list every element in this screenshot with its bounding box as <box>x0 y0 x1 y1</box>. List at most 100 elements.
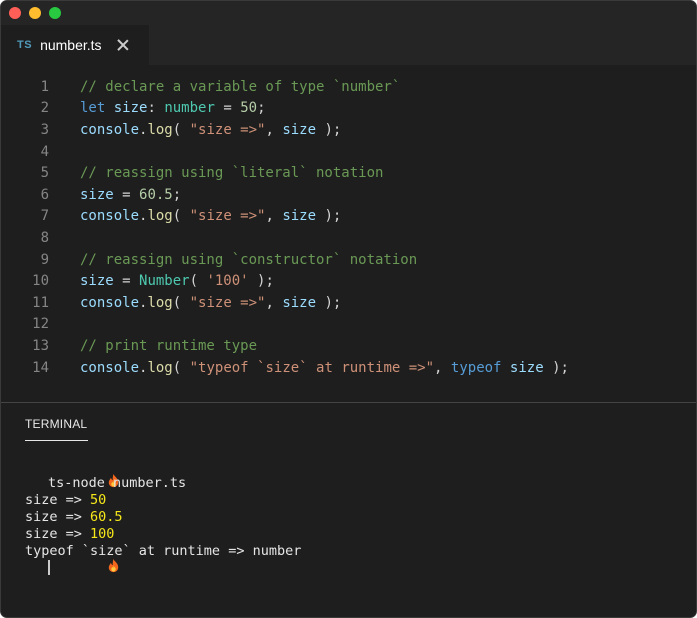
code-line: 5 // reassign using `literal` notation <box>1 162 696 184</box>
code-line: 11 console.log( "size =>", size ); <box>1 292 696 314</box>
keyword: let <box>80 100 106 117</box>
tab-title: number.ts <box>40 37 102 53</box>
minimize-window-button[interactable] <box>29 7 41 19</box>
object-name: console <box>80 208 140 225</box>
terminal-output-line: size => 50 <box>25 491 301 508</box>
punctuation: ); <box>248 273 274 290</box>
editor-window: TS number.ts 1 // declare a variable of … <box>0 0 697 618</box>
variable: size <box>509 359 544 376</box>
terminal-command-line: ts-node number.ts <box>25 473 301 491</box>
terminal-output[interactable]: ts-node number.ts size => 50 size => 60.… <box>25 473 301 576</box>
punctuation: ; <box>257 100 266 117</box>
tab-number-ts[interactable]: TS number.ts <box>1 25 149 65</box>
punctuation: ( <box>172 294 190 311</box>
line-number: 13 <box>32 337 49 354</box>
operator: = <box>113 273 140 290</box>
punctuation: ( <box>172 208 190 225</box>
output-value: 50 <box>90 491 107 508</box>
output-label: size => <box>25 508 91 525</box>
flame-icon <box>25 542 119 593</box>
code-line: 6 size = 60.5; <box>1 184 696 206</box>
code-line: 10 size = Number( '100' ); <box>1 270 696 292</box>
number-literal: 50 <box>240 100 258 117</box>
punctuation: ); <box>316 121 342 138</box>
terminal-output-line: size => 60.5 <box>25 508 301 525</box>
zoom-window-button[interactable] <box>49 7 61 19</box>
code-editor[interactable]: 1 // declare a variable of type `number`… <box>1 65 696 401</box>
object-name: console <box>80 359 140 376</box>
punctuation: ); <box>316 208 342 225</box>
string-literal: "size =>" <box>189 121 266 138</box>
terminal-prompt-line[interactable] <box>25 558 301 576</box>
close-window-button[interactable] <box>9 7 21 19</box>
punctuation: ; <box>172 186 182 203</box>
punctuation: ); <box>543 359 569 376</box>
punctuation: , <box>265 121 283 138</box>
output-label: size => <box>25 525 91 542</box>
output-value: 60.5 <box>90 508 123 525</box>
punctuation: , <box>434 359 451 376</box>
string-literal: "typeof `size` at runtime =>" <box>189 359 435 376</box>
terminal-panel[interactable]: TERMINAL ts-node number.ts size => 50 si… <box>1 403 696 617</box>
line-number: 3 <box>40 121 49 138</box>
line-number: 12 <box>32 316 49 333</box>
line-number: 10 <box>32 273 49 290</box>
punctuation: ( <box>189 273 207 290</box>
line-number: 9 <box>40 251 49 268</box>
type-name: number <box>164 100 215 117</box>
punctuation: ); <box>316 294 342 311</box>
title-bar <box>1 1 696 25</box>
terminal-output-line: size => 100 <box>25 525 301 542</box>
line-number: 8 <box>40 229 49 246</box>
variable: size <box>282 294 317 311</box>
variable: size <box>80 186 114 203</box>
code-line: 7 console.log( "size =>", size ); <box>1 206 696 228</box>
line-number: 1 <box>40 78 49 95</box>
tab-bar: TS number.ts <box>1 25 696 65</box>
number-literal: 60.5 <box>139 186 173 203</box>
line-number: 6 <box>40 186 49 203</box>
output-label: size => <box>25 491 91 508</box>
code-line: 12 <box>1 314 696 336</box>
function-name: log <box>147 359 173 376</box>
string-literal: '100' <box>206 273 249 290</box>
keyword: typeof <box>450 359 502 376</box>
object-name: console <box>80 121 140 138</box>
operator: = <box>214 100 241 117</box>
punctuation: , <box>265 294 283 311</box>
code-line: 13 // print runtime type <box>1 335 696 357</box>
variable: size <box>113 100 148 117</box>
variable: size <box>282 208 317 225</box>
tab-terminal[interactable]: TERMINAL <box>25 417 87 431</box>
function-name: log <box>147 294 173 311</box>
line-number: 2 <box>40 100 49 117</box>
output-label: typeof `size` at runtime => number <box>25 542 302 559</box>
line-number: 7 <box>40 208 49 225</box>
code-line: 3 console.log( "size =>", size ); <box>1 119 696 141</box>
variable: size <box>282 121 317 138</box>
code-line: 4 <box>1 141 696 163</box>
object-name: console <box>80 294 140 311</box>
terminal-output-line: typeof `size` at runtime => number <box>25 542 301 559</box>
comment: // print runtime type <box>80 337 258 354</box>
line-number: 11 <box>32 294 49 311</box>
string-literal: "size =>" <box>189 294 266 311</box>
punctuation: : <box>147 100 156 117</box>
typescript-file-icon: TS <box>17 39 33 51</box>
punctuation: , <box>265 208 283 225</box>
code-line: 1 // declare a variable of type `number` <box>1 76 696 98</box>
text-cursor <box>48 560 50 575</box>
line-number: 5 <box>40 165 49 182</box>
function-name: log <box>147 208 173 225</box>
code-line: 8 <box>1 227 696 249</box>
comment: // declare a variable of type `number` <box>80 78 401 95</box>
punctuation: ( <box>172 359 190 376</box>
close-icon[interactable] <box>116 38 130 52</box>
line-number: 14 <box>32 359 49 376</box>
line-number: 4 <box>40 143 49 160</box>
code-line: 14 console.log( "typeof `size` at runtim… <box>1 357 696 379</box>
variable: size <box>80 273 114 290</box>
active-tab-indicator <box>25 440 88 441</box>
constructor-name: Number <box>139 273 190 290</box>
